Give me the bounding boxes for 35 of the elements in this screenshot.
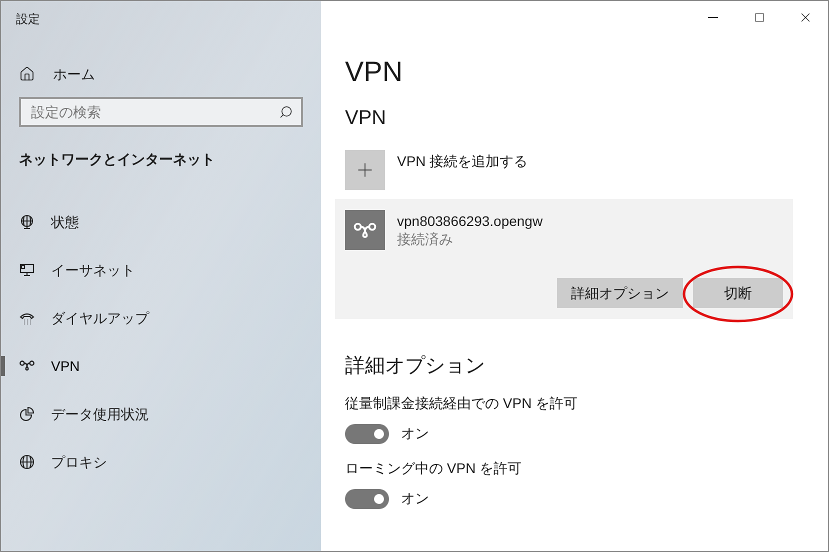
nav-item[interactable]: VPN [1,354,80,378]
connection-status: 接続済み [397,230,454,248]
minimize-icon [708,16,718,18]
section-heading: 詳細オプション [345,354,485,379]
connection-name: vpn803866293.opengw [397,212,543,230]
home-link[interactable]: ホーム [1,64,321,84]
globe-monitor-icon [19,214,35,230]
vpn-icon [19,360,35,372]
setting-label: ローミング中の VPN を許可 [345,459,522,478]
nav-item[interactable]: ダイヤルアップ [1,306,149,330]
toggle-state: オン [401,489,429,508]
nav-item[interactable]: プロキシ [1,450,107,474]
section-heading: VPN [345,106,386,131]
card-button[interactable]: 切断 [693,278,783,308]
toggle-state: オン [401,424,429,443]
toggle-switch[interactable] [345,488,389,508]
nav-item[interactable]: イーサネット [1,258,135,282]
nav-item[interactable]: データ使用状況 [1,402,149,426]
page-title: VPN [345,55,403,89]
add-vpn-button[interactable] [345,150,385,190]
search-field[interactable]: 設定の検索 [19,97,303,127]
toggle-switch[interactable] [345,424,389,444]
card-button[interactable]: 詳細オプション [557,278,683,308]
window-title: 設定 [16,11,40,28]
category-heading: ネットワークとインターネット [18,150,215,169]
home-icon [19,66,35,82]
maximize-icon [754,12,764,22]
globe-icon [19,454,35,470]
vpn-icon [353,222,377,238]
search-icon [279,105,293,119]
monitor-icon [19,262,35,278]
setting-label: 従量制課金接続経由での VPN を許可 [345,394,578,413]
pie-chart-icon [19,406,35,422]
add-vpn-label[interactable]: VPN 接続を追加する [397,151,528,172]
nav-item[interactable]: 状態 [1,210,79,234]
